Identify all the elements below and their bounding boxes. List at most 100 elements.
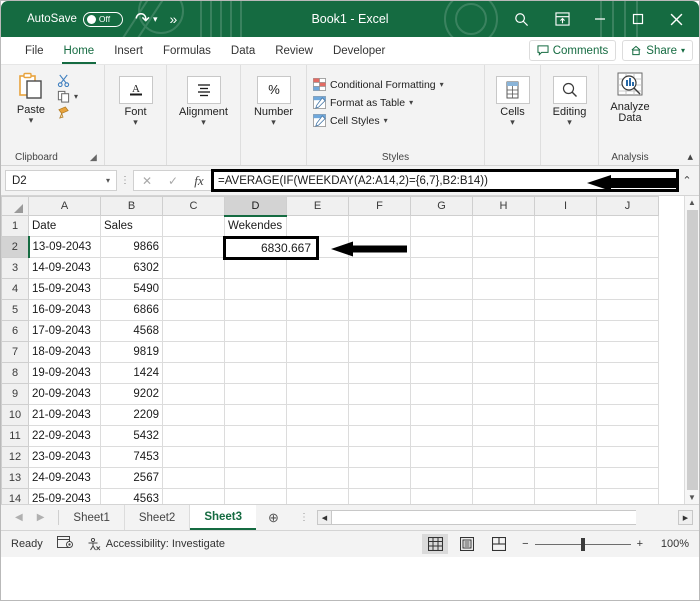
cell-e3[interactable]	[286, 257, 349, 279]
cell-styles-chevron-down-icon[interactable]: ▾	[384, 116, 388, 125]
cell-i4[interactable]	[534, 278, 597, 300]
cell-f1[interactable]	[348, 215, 411, 237]
cell-f5[interactable]	[348, 299, 411, 321]
cell-j11[interactable]	[596, 425, 659, 447]
cancel-x-icon[interactable]: ✕	[134, 174, 160, 188]
cell-f2[interactable]	[348, 236, 411, 258]
share-button[interactable]: Share ▾	[622, 40, 693, 61]
cell-a14[interactable]: 25-09-2043	[28, 488, 101, 504]
cell-d14[interactable]	[224, 488, 287, 504]
cell-h7[interactable]	[472, 341, 535, 363]
column-header-e[interactable]: E	[286, 196, 349, 216]
cell-e11[interactable]	[286, 425, 349, 447]
cell-h4[interactable]	[472, 278, 535, 300]
cell-b3[interactable]: 6302	[100, 257, 163, 279]
dialog-launcher-icon[interactable]: ◢	[90, 152, 97, 163]
cell-g3[interactable]	[410, 257, 473, 279]
cell-e13[interactable]	[286, 467, 349, 489]
cell-e4[interactable]	[286, 278, 349, 300]
cells-chevron-down-icon[interactable]: ▾	[510, 118, 515, 127]
cell-g13[interactable]	[410, 467, 473, 489]
row-header-2[interactable]: 2	[1, 236, 30, 258]
ribbon-tab-developer[interactable]: Developer	[323, 38, 395, 64]
cell-c2[interactable]	[162, 236, 225, 258]
cell-j9[interactable]	[596, 383, 659, 405]
analyze-data-button[interactable]: Analyze Data	[605, 70, 655, 124]
cell-h6[interactable]	[472, 320, 535, 342]
expand-formula-bar-chevron-icon[interactable]: ⌃	[679, 174, 695, 187]
share-chevron-down-icon[interactable]: ▾	[681, 46, 685, 55]
cell-h11[interactable]	[472, 425, 535, 447]
cell-a5[interactable]: 16-09-2043	[28, 299, 101, 321]
cell-d1[interactable]: Wekendes	[224, 215, 287, 237]
cell-b1[interactable]: Sales	[100, 215, 163, 237]
cell-f14[interactable]	[348, 488, 411, 504]
column-header-f[interactable]: F	[348, 196, 411, 216]
cell-h13[interactable]	[472, 467, 535, 489]
conditional-formatting-button[interactable]: Conditional Formatting ▾	[313, 78, 444, 91]
zoom-slider[interactable]: − +	[522, 537, 643, 551]
cell-j7[interactable]	[596, 341, 659, 363]
cell-a10[interactable]: 21-09-2043	[28, 404, 101, 426]
cell-i2[interactable]	[534, 236, 597, 258]
conditional-formatting-chevron-down-icon[interactable]: ▾	[440, 80, 444, 89]
cell-b5[interactable]: 6866	[100, 299, 163, 321]
cell-c13[interactable]	[162, 467, 225, 489]
cell-h5[interactable]	[472, 299, 535, 321]
zoom-level-label[interactable]: 100%	[653, 538, 689, 550]
cell-i14[interactable]	[534, 488, 597, 504]
normal-view-icon[interactable]	[422, 534, 449, 554]
cell-b12[interactable]: 7453	[100, 446, 163, 468]
select-all-corner[interactable]	[1, 196, 29, 216]
cell-c4[interactable]	[162, 278, 225, 300]
sheet-tab-sheet3[interactable]: Sheet3	[190, 505, 257, 530]
cell-b8[interactable]: 1424	[100, 362, 163, 384]
search-icon[interactable]	[499, 4, 543, 34]
cell-j2[interactable]	[596, 236, 659, 258]
cell-f6[interactable]	[348, 320, 411, 342]
scroll-up-icon[interactable]: ▲	[688, 196, 696, 209]
tab-split-handle[interactable]: ⋮	[291, 505, 317, 530]
cell-g11[interactable]	[410, 425, 473, 447]
cell-c10[interactable]	[162, 404, 225, 426]
cell-d12[interactable]	[224, 446, 287, 468]
editing-chevron-down-icon[interactable]: ▾	[567, 118, 572, 127]
column-header-a[interactable]: A	[28, 196, 101, 216]
column-header-h[interactable]: H	[472, 196, 535, 216]
sheet-tab-sheet2[interactable]: Sheet2	[125, 505, 191, 530]
font-chevron-down-icon[interactable]: ▾	[133, 118, 138, 127]
cell-e10[interactable]	[286, 404, 349, 426]
cell-a1[interactable]: Date	[28, 215, 101, 237]
cell-g10[interactable]	[410, 404, 473, 426]
cell-h8[interactable]	[472, 362, 535, 384]
cell-h9[interactable]	[472, 383, 535, 405]
record-macro-icon[interactable]	[56, 536, 73, 552]
cell-e9[interactable]	[286, 383, 349, 405]
cell-f8[interactable]	[348, 362, 411, 384]
cell-i11[interactable]	[534, 425, 597, 447]
ribbon-display-options-icon[interactable]	[543, 4, 581, 34]
ribbon-tab-home[interactable]: Home	[54, 38, 105, 64]
column-header-b[interactable]: B	[100, 196, 163, 216]
cell-e1[interactable]	[286, 215, 349, 237]
column-header-j[interactable]: J	[596, 196, 659, 216]
cell-i12[interactable]	[534, 446, 597, 468]
horizontal-scrollbar[interactable]: ◀ ▶	[316, 508, 693, 527]
cell-b13[interactable]: 2567	[100, 467, 163, 489]
horizontal-scrollbar-track[interactable]	[331, 510, 636, 525]
cell-g6[interactable]	[410, 320, 473, 342]
row-header-5[interactable]: 5	[1, 299, 29, 321]
hscroll-left-icon[interactable]: ◀	[316, 510, 332, 525]
cell-c6[interactable]	[162, 320, 225, 342]
cell-e12[interactable]	[286, 446, 349, 468]
cell-i10[interactable]	[534, 404, 597, 426]
zoom-in-button[interactable]: +	[637, 538, 643, 550]
paste-button[interactable]: Paste ▾	[7, 70, 55, 125]
cell-h2[interactable]	[472, 236, 535, 258]
cell-e7[interactable]	[286, 341, 349, 363]
next-sheet-icon[interactable]: ▶	[37, 512, 45, 523]
cell-j3[interactable]	[596, 257, 659, 279]
insert-function-fx-icon[interactable]: fx	[186, 173, 212, 189]
cell-c3[interactable]	[162, 257, 225, 279]
cell-f7[interactable]	[348, 341, 411, 363]
